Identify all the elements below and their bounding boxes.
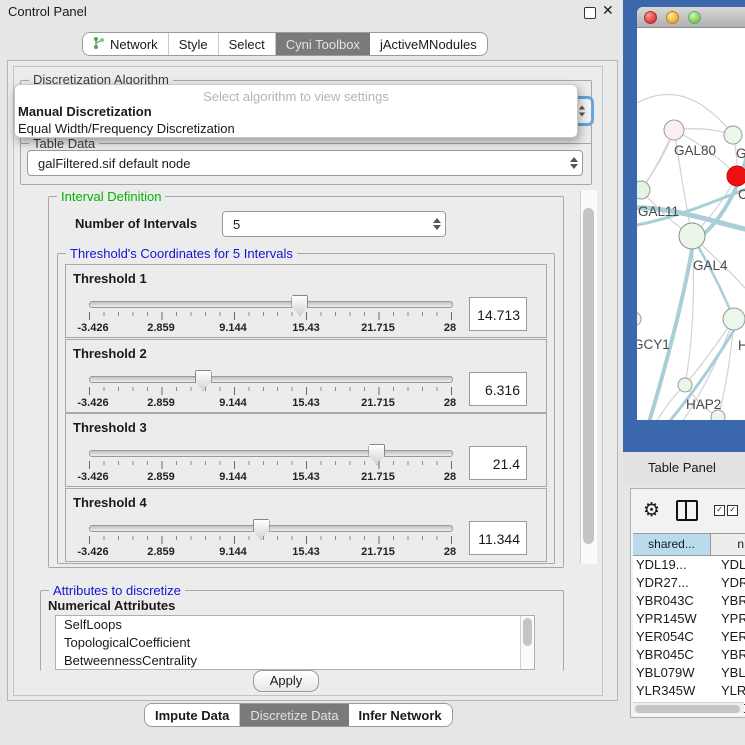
- table-row[interactable]: YDL19...YDL1: [633, 556, 745, 574]
- node-label: GAL4: [693, 258, 728, 273]
- number-of-intervals-combobox[interactable]: 5: [222, 211, 446, 237]
- mac-zoom-icon[interactable]: [688, 11, 701, 24]
- node-label: GCY1: [637, 337, 670, 352]
- tab-discretize-data[interactable]: Discretize Data: [240, 704, 348, 726]
- node-h[interactable]: [723, 308, 745, 330]
- network-icon: [93, 36, 105, 53]
- control-panel-title: Control Panel: [8, 4, 87, 19]
- node-table: shared... n YDL19...YDL1 YDR27...YDR2 YB…: [633, 533, 745, 715]
- node-label: GAL80: [674, 143, 716, 158]
- node-label: H: [738, 338, 745, 353]
- table-row[interactable]: YPR145WYPR1: [633, 610, 745, 628]
- table-row[interactable]: YBR045CYBR0: [633, 646, 745, 664]
- attributes-group-title: Attributes to discretize: [49, 583, 185, 598]
- table-data-combobox-value: galFiltered.sif default node: [28, 156, 566, 171]
- table-row[interactable]: YDR27...YDR2: [633, 574, 745, 592]
- number-of-intervals-value: 5: [223, 217, 429, 232]
- bottom-tabbar: Impute Data Discretize Data Infer Networ…: [144, 703, 453, 727]
- node-gal11[interactable]: [637, 181, 650, 199]
- node-hap2[interactable]: [678, 378, 692, 392]
- threshold-3-value-field[interactable]: 21.4: [469, 446, 527, 480]
- close-icon[interactable]: ✕: [602, 2, 614, 19]
- node-label: G.: [736, 146, 745, 161]
- tab-impute-data[interactable]: Impute Data: [145, 704, 240, 726]
- network-view[interactable]: GAL80 G. C GAL11 GAL4 GCY1 H HAP2: [637, 28, 745, 420]
- threshold-3-panel: Threshold 3 -3.426 2.859 9.144 15.43 21.…: [65, 413, 547, 487]
- tab-infer-network[interactable]: Infer Network: [349, 704, 452, 726]
- threshold-1-panel: Threshold 1 -3.426 2.859 9.144 15.43 21.…: [65, 264, 547, 338]
- threshold-2-label: Threshold 2: [73, 346, 147, 361]
- table-data-combobox[interactable]: galFiltered.sif default node: [27, 150, 583, 176]
- algorithm-option-manual[interactable]: Manual Discretization: [18, 104, 152, 119]
- table-header: shared... n: [633, 533, 745, 556]
- table-panel-title: Table Panel: [648, 460, 716, 475]
- network-window-titlebar: [637, 7, 745, 28]
- main-scrollbar[interactable]: [580, 190, 597, 564]
- control-panel-titlebar: Control Panel ✕: [0, 0, 622, 24]
- control-panel-tabbar: Network Style Select Cyni Toolbox jActiv…: [82, 32, 488, 56]
- threshold-1-slider[interactable]: [89, 301, 453, 308]
- tab-select[interactable]: Select: [219, 33, 276, 55]
- threshold-1-label: Threshold 1: [73, 271, 147, 286]
- combo-stepper-icon: [566, 157, 582, 169]
- table-panel-box: ⚙ ✓ ✓ shared... n YDL19...YDL1 YDR27...Y…: [630, 488, 745, 718]
- numerical-attributes-label: Numerical Attributes: [48, 598, 175, 613]
- threshold-2-slider[interactable]: [89, 376, 453, 383]
- apply-button[interactable]: Apply: [253, 670, 319, 692]
- node-top-right[interactable]: [724, 126, 742, 144]
- node-label: HAP2: [686, 397, 721, 412]
- checkbox-icon[interactable]: ✓: [714, 505, 725, 516]
- screen: Control Panel ✕ Network Style Select Cyn…: [0, 0, 745, 745]
- checkbox-icon[interactable]: ✓: [727, 505, 738, 516]
- threshold-2-value-field[interactable]: 6.316: [469, 372, 527, 406]
- node-gcy1[interactable]: [637, 312, 641, 326]
- threshold-3-label: Threshold 3: [73, 420, 147, 435]
- table-row[interactable]: YBL079WYBL0: [633, 664, 745, 682]
- split-view-icon[interactable]: [676, 500, 698, 521]
- table-row[interactable]: YBR043CYBR0: [633, 592, 745, 610]
- tab-jactivemnodules[interactable]: jActiveMNodules: [370, 33, 487, 55]
- list-item[interactable]: BetweennessCentrality: [56, 652, 534, 670]
- threshold-2-panel: Threshold 2 -3.426 2.859 9.144 15.43 21.…: [65, 339, 547, 413]
- list-item[interactable]: SelfLoops: [56, 616, 534, 634]
- table-data-title: Table Data: [29, 136, 99, 151]
- tab-cyni-toolbox[interactable]: Cyni Toolbox: [276, 33, 370, 55]
- table-panel-titlebar: Table Panel: [623, 452, 745, 485]
- table-toolbar: ⚙ ✓ ✓: [631, 489, 745, 531]
- table-horizontal-scrollbar[interactable]: [633, 702, 744, 714]
- table-row[interactable]: YLR345WYLR3: [633, 682, 745, 700]
- algorithm-dropdown-popup: Select algorithm to view settings Manual…: [14, 84, 578, 138]
- node-gal4[interactable]: [679, 223, 705, 249]
- float-window-icon[interactable]: [584, 7, 596, 19]
- gear-icon[interactable]: ⚙: [643, 501, 660, 520]
- tab-network[interactable]: Network: [83, 33, 169, 55]
- threshold-1-value-field[interactable]: 14.713: [469, 297, 527, 331]
- mac-minimize-icon[interactable]: [666, 11, 679, 24]
- thresholds-group-title: Threshold's Coordinates for 5 Intervals: [66, 246, 297, 261]
- attributes-list-scrollbar[interactable]: [520, 616, 534, 669]
- node-red-selected[interactable]: [727, 166, 745, 186]
- tab-style[interactable]: Style: [169, 33, 219, 55]
- node-label: GAL11: [638, 204, 679, 219]
- column-header-shared-name[interactable]: shared...: [633, 534, 711, 555]
- table-row[interactable]: YER054CYER0: [633, 628, 745, 646]
- mac-close-icon[interactable]: [644, 11, 657, 24]
- number-of-intervals-label: Number of Intervals: [75, 216, 197, 231]
- list-item[interactable]: TopologicalCoefficient: [56, 634, 534, 652]
- node-label: C: [738, 187, 745, 202]
- threshold-3-slider[interactable]: [89, 450, 453, 457]
- numerical-attributes-list[interactable]: SelfLoops TopologicalCoefficient Between…: [55, 615, 535, 670]
- threshold-4-slider[interactable]: [89, 525, 453, 532]
- interval-definition-title: Interval Definition: [57, 189, 165, 204]
- threshold-4-value-field[interactable]: 11.344: [469, 521, 527, 555]
- combo-stepper-icon: [429, 218, 445, 230]
- column-header-name[interactable]: n: [711, 534, 745, 555]
- algorithm-hint: Select algorithm to view settings: [15, 89, 577, 104]
- threshold-4-label: Threshold 4: [73, 495, 147, 510]
- threshold-4-panel: Threshold 4 -3.426 2.859 9.144 15.43 21.…: [65, 488, 547, 562]
- node-gal80[interactable]: [664, 120, 684, 140]
- algorithm-option-equal-width[interactable]: Equal Width/Frequency Discretization: [18, 121, 235, 136]
- network-window: GAL80 G. C GAL11 GAL4 GCY1 H HAP2: [637, 7, 745, 420]
